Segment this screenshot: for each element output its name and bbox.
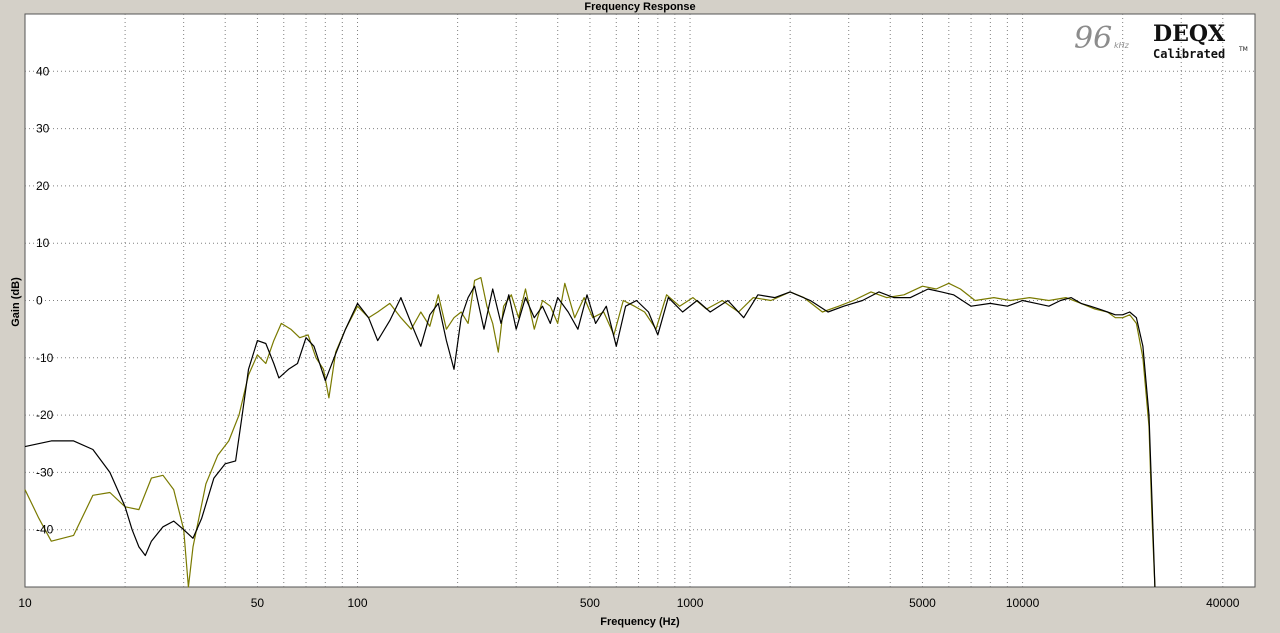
- logo-rate-number: 96: [1074, 21, 1112, 56]
- y-tick-label: 40: [36, 64, 50, 78]
- deqx-logo: 96 kHz DEQX Calibrated TM: [1074, 21, 1248, 61]
- logo-badge: Calibrated: [1153, 47, 1225, 61]
- x-tick-label: 1000: [677, 596, 704, 610]
- x-tick-label: 100: [348, 596, 368, 610]
- frequency-response-chart: Frequency Response 10 50 100 500 1000 5000 100…: [0, 0, 1280, 633]
- x-tick-label: 10000: [1006, 596, 1040, 610]
- y-tick-label: 10: [36, 236, 50, 250]
- logo-brand: DEQX: [1153, 21, 1226, 47]
- y-tick-label: 0: [36, 294, 43, 308]
- y-tick-label: -40: [36, 523, 54, 537]
- x-tick-label: 40000: [1206, 596, 1240, 610]
- x-axis-label: Frequency (Hz): [600, 616, 680, 628]
- x-tick-label: 50: [251, 596, 265, 610]
- y-tick-label: -30: [36, 465, 54, 479]
- logo-rate-unit: kHz: [1114, 41, 1130, 50]
- x-tick-label: 10: [18, 596, 32, 610]
- y-tick-label: 20: [36, 179, 50, 193]
- y-tick-label: 30: [36, 122, 50, 136]
- chart-title: Frequency Response: [584, 1, 695, 13]
- y-axis-label: Gain (dB): [10, 277, 22, 327]
- logo-trademark: TM: [1238, 46, 1248, 53]
- x-tick-label: 5000: [909, 596, 936, 610]
- x-tick-label: 500: [580, 596, 600, 610]
- y-tick-label: -20: [36, 408, 54, 422]
- y-tick-label: -10: [36, 351, 54, 365]
